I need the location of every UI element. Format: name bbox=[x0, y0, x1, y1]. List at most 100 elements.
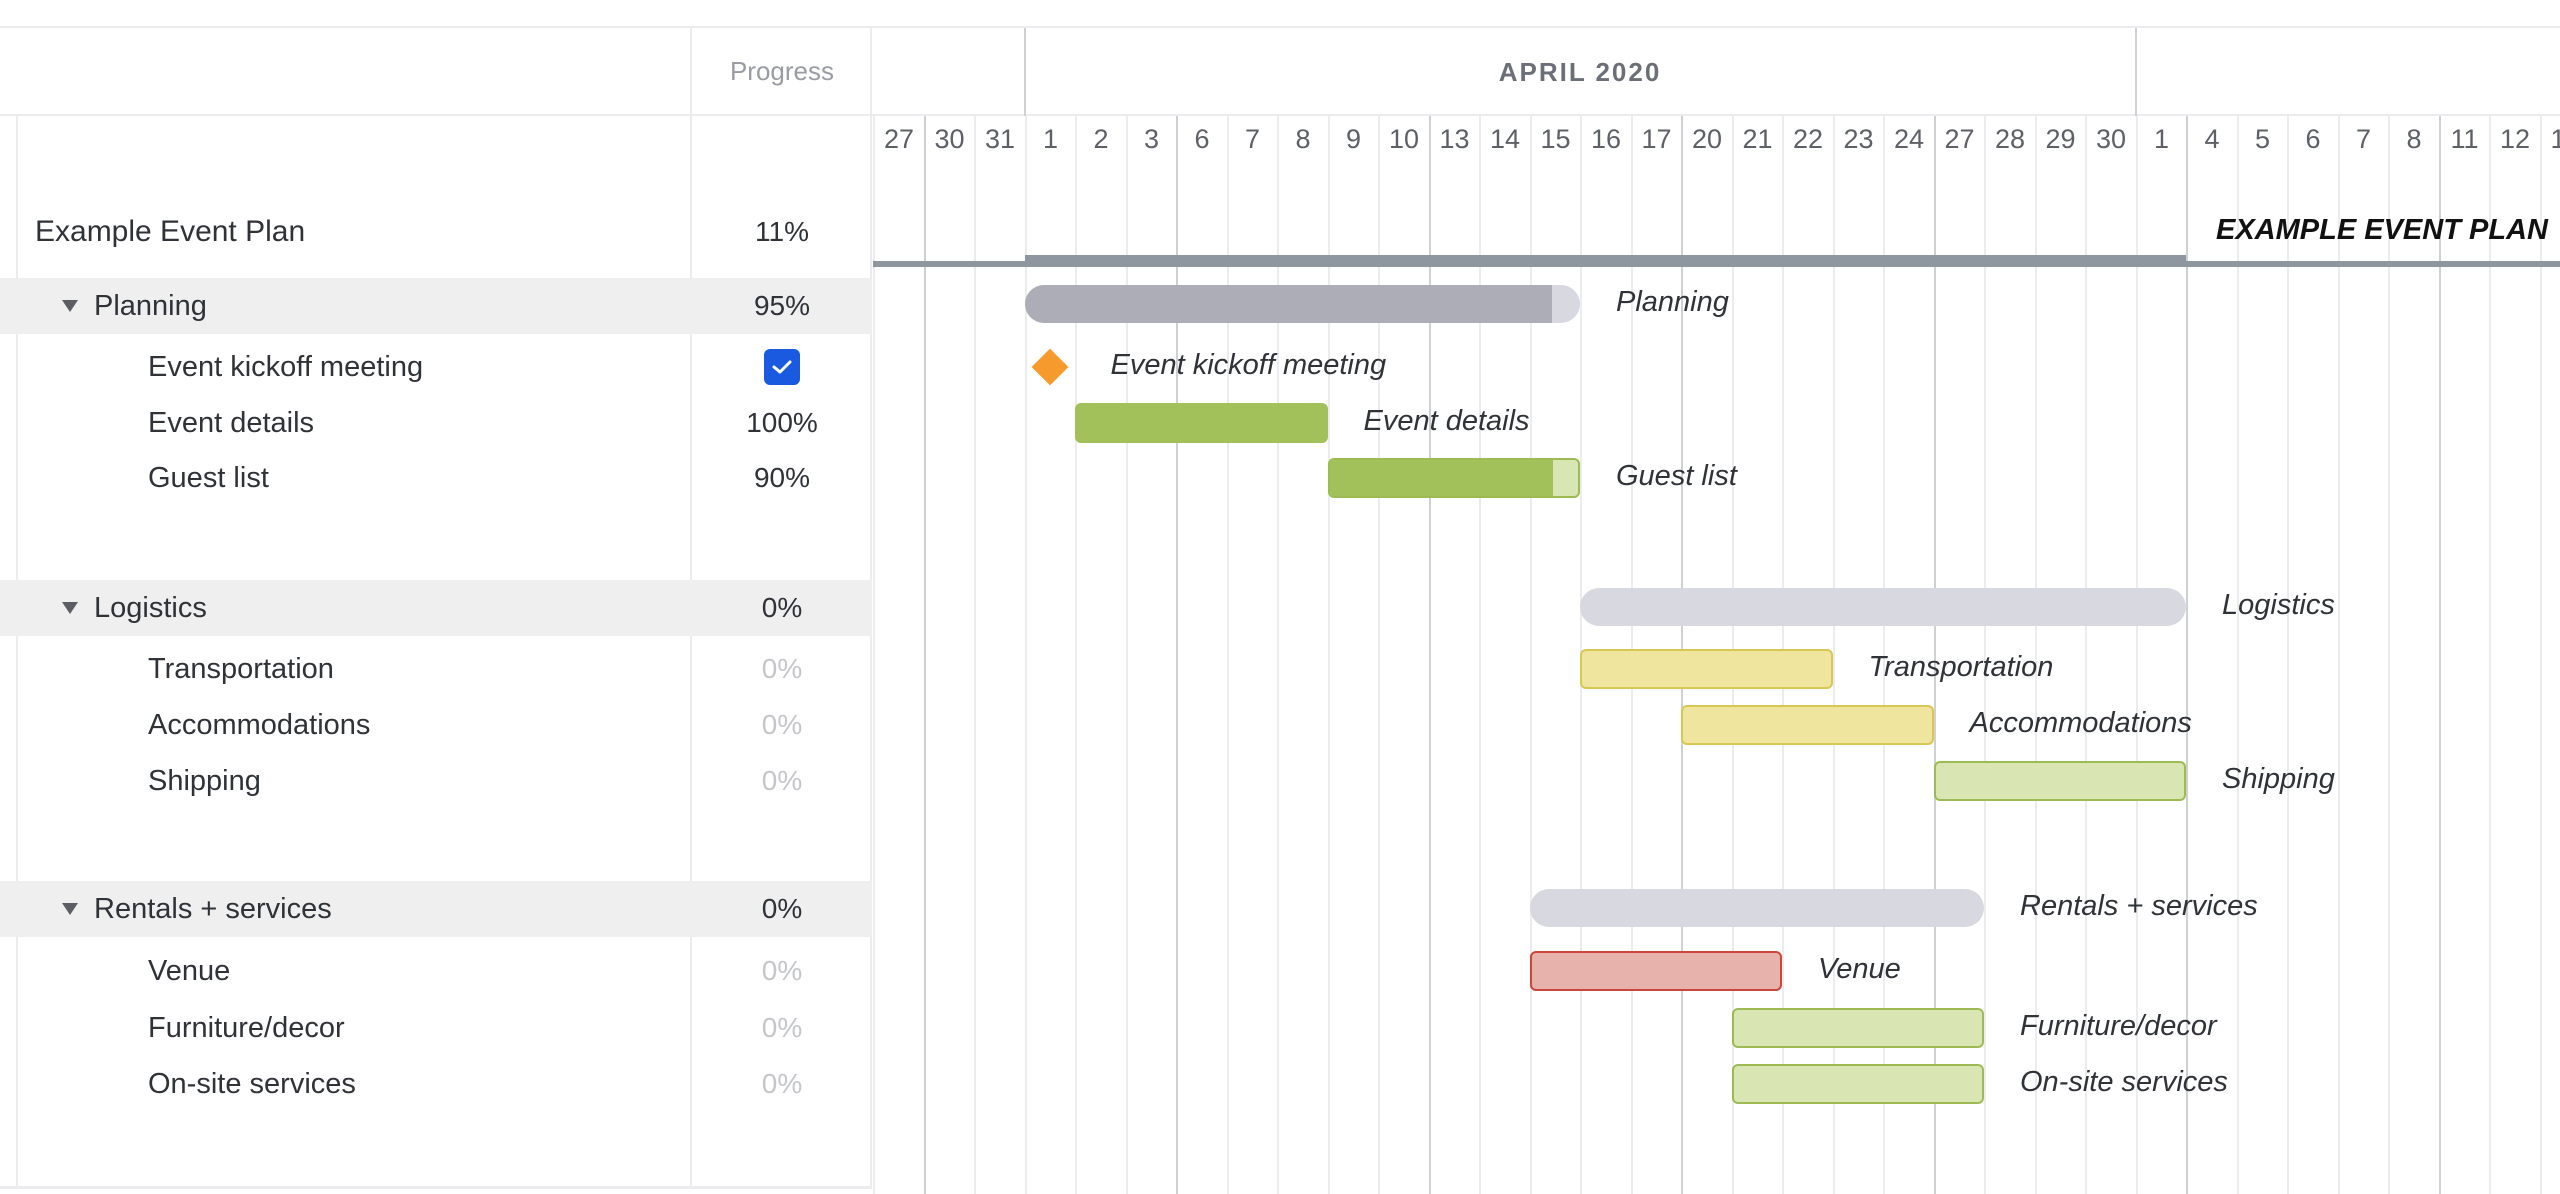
progress-fill bbox=[1077, 405, 1326, 441]
day-label: 1 bbox=[2153, 124, 2170, 154]
task-row[interactable]: On-site services 0% bbox=[0, 1058, 872, 1110]
day-label: 12 bbox=[2499, 124, 2531, 154]
day-column bbox=[1226, 116, 1278, 1194]
completed-checkbox[interactable] bbox=[764, 349, 800, 385]
task-progress: 0% bbox=[761, 709, 803, 740]
group-progress: 95% bbox=[753, 290, 811, 321]
bar-label: Event details bbox=[1363, 405, 1530, 437]
task-bar-accommodations[interactable] bbox=[1681, 705, 1934, 745]
task-row[interactable]: Furniture/decor 0% bbox=[0, 1002, 872, 1054]
bar-label: Transportation bbox=[1868, 651, 2054, 683]
group-bar-rentals-services[interactable] bbox=[1529, 889, 1984, 927]
day-label: 13 bbox=[2550, 124, 2560, 154]
day-column bbox=[1529, 116, 1581, 1194]
day-column bbox=[2337, 116, 2389, 1194]
day-label: 30 bbox=[934, 124, 965, 154]
day-label: 30 bbox=[2095, 124, 2127, 154]
task-row[interactable]: Venue 0% bbox=[0, 945, 872, 997]
day-column bbox=[2489, 116, 2540, 1194]
task-bar-shipping[interactable] bbox=[1933, 761, 2186, 801]
group-progress: 0% bbox=[761, 592, 803, 623]
task-row[interactable]: Accommodations 0% bbox=[0, 699, 872, 751]
day-label: 2 bbox=[1093, 124, 1109, 154]
project-progress: 11% bbox=[755, 216, 809, 247]
group-name[interactable]: Logistics bbox=[94, 592, 207, 625]
day-label: 22 bbox=[1792, 124, 1824, 154]
group-bar-planning[interactable] bbox=[1024, 285, 1580, 323]
day-label: 1 bbox=[1042, 124, 1059, 154]
task-progress: 0% bbox=[761, 1012, 803, 1043]
task-name[interactable]: Event kickoff meeting bbox=[148, 351, 423, 384]
day-label: 6 bbox=[1194, 124, 1210, 154]
group-row-planning[interactable]: Planning 95% bbox=[0, 278, 872, 334]
day-label: 20 bbox=[1691, 124, 1723, 154]
day-label: 5 bbox=[2254, 124, 2271, 154]
progress-fill bbox=[1329, 460, 1554, 496]
group-name[interactable]: Planning bbox=[94, 290, 207, 323]
day-column bbox=[2388, 116, 2439, 1194]
task-row[interactable]: Shipping 0% bbox=[0, 755, 872, 807]
task-name[interactable]: Furniture/decor bbox=[148, 1012, 345, 1045]
day-label: 27 bbox=[883, 124, 915, 154]
gantt-chart[interactable]: APRIL 2020 27 30 31 1 2 3 6 7 8 9 10 13 14 15 16 17 20 21… bbox=[873, 28, 2560, 1194]
day-label: 4 bbox=[2204, 124, 2220, 154]
task-name[interactable]: Transportation bbox=[148, 653, 334, 686]
day-label: 15 bbox=[1540, 124, 1571, 154]
group-row-logistics[interactable]: Logistics 0% bbox=[0, 580, 872, 636]
day-label: 27 bbox=[1944, 124, 1975, 154]
project-name[interactable]: Example Event Plan bbox=[35, 215, 305, 249]
day-label: 10 bbox=[1388, 124, 1420, 154]
day-column bbox=[1378, 116, 1429, 1194]
project-summary-bar[interactable] bbox=[1024, 255, 2186, 267]
project-row[interactable]: Example Event Plan 11% bbox=[0, 204, 872, 260]
day-label: 14 bbox=[1489, 124, 1521, 154]
bar-label: Accommodations bbox=[1969, 707, 2192, 739]
task-name[interactable]: Shipping bbox=[148, 765, 261, 798]
task-name[interactable]: Accommodations bbox=[148, 709, 370, 742]
day-label: 11 bbox=[2450, 124, 2479, 154]
task-name[interactable]: Event details bbox=[148, 407, 314, 440]
collapse-caret-icon[interactable] bbox=[62, 602, 78, 614]
progress-column-header[interactable]: Progress bbox=[692, 28, 872, 114]
day-label: 13 bbox=[1439, 124, 1470, 154]
task-bar-event-details[interactable] bbox=[1075, 403, 1328, 443]
group-name[interactable]: Rentals + services bbox=[94, 893, 332, 926]
task-bar-transportation[interactable] bbox=[1580, 649, 1833, 689]
task-name[interactable]: Venue bbox=[148, 955, 230, 988]
day-label: 23 bbox=[1843, 124, 1874, 154]
group-progress: 0% bbox=[761, 893, 803, 924]
task-name[interactable]: Guest list bbox=[148, 462, 269, 495]
collapse-caret-icon[interactable] bbox=[62, 903, 78, 915]
task-name[interactable]: On-site services bbox=[148, 1068, 356, 1101]
task-row[interactable]: Event kickoff meeting bbox=[0, 341, 872, 393]
task-bar-venue[interactable] bbox=[1529, 951, 1782, 991]
task-progress: 0% bbox=[761, 653, 803, 684]
day-label: 24 bbox=[1893, 124, 1925, 154]
task-row[interactable]: Event details 100% bbox=[0, 397, 872, 449]
group-bar-logistics[interactable] bbox=[1580, 588, 2186, 626]
task-bar-guest-list[interactable] bbox=[1327, 458, 1580, 498]
task-bar-on-site-services[interactable] bbox=[1731, 1064, 1984, 1104]
day-label: 8 bbox=[1295, 124, 1311, 154]
task-bar-furniture-decor[interactable] bbox=[1731, 1008, 1984, 1048]
checkmark-icon bbox=[772, 360, 792, 374]
day-label: 28 bbox=[1994, 124, 2026, 154]
day-column bbox=[1277, 116, 1328, 1194]
task-progress: 0% bbox=[761, 765, 803, 796]
month-label: APRIL 2020 bbox=[1498, 56, 1662, 87]
bar-label: Venue bbox=[1818, 953, 1901, 985]
day-column bbox=[923, 116, 975, 1194]
group-row-rentals-services[interactable]: Rentals + services 0% bbox=[0, 881, 872, 937]
day-column bbox=[2539, 116, 2560, 1194]
bar-label: Rentals + services bbox=[2020, 890, 2258, 922]
day-label: 3 bbox=[1143, 124, 1160, 154]
task-row[interactable]: Transportation 0% bbox=[0, 643, 872, 695]
task-progress: 100% bbox=[746, 407, 818, 438]
day-label: 6 bbox=[2305, 124, 2321, 154]
project-bar-label: EXAMPLE EVENT PLAN bbox=[2216, 214, 2548, 246]
day-column bbox=[1125, 116, 1177, 1194]
collapse-caret-icon[interactable] bbox=[62, 300, 78, 312]
day-label: 9 bbox=[1345, 124, 1362, 154]
task-row[interactable]: Guest list 90% bbox=[0, 452, 872, 504]
progress-fill bbox=[1024, 285, 1553, 323]
